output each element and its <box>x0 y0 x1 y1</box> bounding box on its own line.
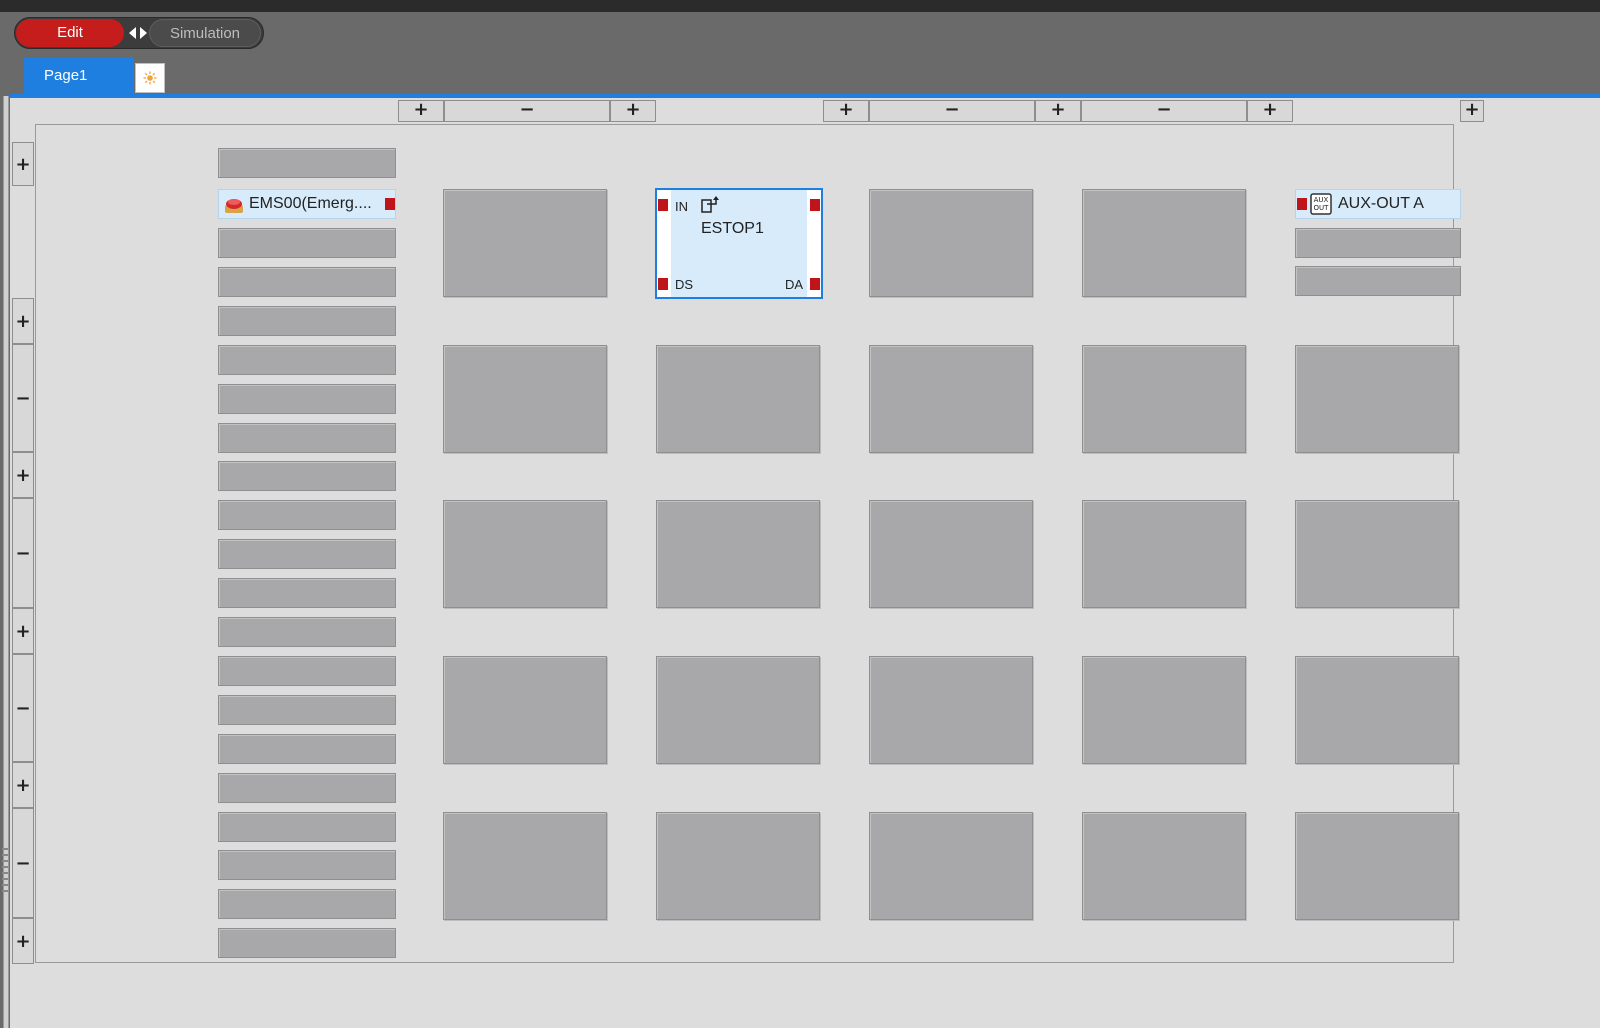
port-in[interactable] <box>658 199 668 211</box>
input-slot[interactable] <box>218 148 396 178</box>
input-item-label: EMS00(Emerg.... <box>249 195 372 212</box>
remove-row-button[interactable]: − <box>12 808 34 918</box>
input-slot[interactable] <box>218 811 396 842</box>
logic-grid-cell[interactable] <box>443 189 607 297</box>
logic-grid-cell[interactable] <box>1295 656 1459 764</box>
input-slot[interactable] <box>218 344 396 375</box>
logic-grid-cell[interactable] <box>656 345 820 453</box>
logic-grid-cell[interactable] <box>869 345 1033 453</box>
splitter-grip[interactable] <box>2 848 8 892</box>
logic-block-estop1[interactable]: IN DS DA ESTOP1 <box>655 188 823 299</box>
logic-grid-cell[interactable] <box>1295 345 1459 453</box>
input-slot[interactable] <box>218 422 396 453</box>
input-slot[interactable] <box>218 305 396 336</box>
input-slot[interactable] <box>218 850 396 881</box>
emergency-stop-icon <box>225 199 243 213</box>
add-row-button[interactable]: + <box>12 452 34 498</box>
logic-grid-cell[interactable] <box>443 656 607 764</box>
port-ds-label: DS <box>675 277 694 292</box>
port-ds[interactable] <box>658 278 668 290</box>
input-slot[interactable] <box>218 889 396 920</box>
input-port[interactable] <box>1297 198 1307 210</box>
add-column-button[interactable]: + <box>1460 100 1484 122</box>
logic-grid-cell[interactable] <box>1082 812 1246 920</box>
input-slot[interactable] <box>218 733 396 764</box>
logic-block-name: ESTOP1 <box>701 220 764 237</box>
port-out[interactable] <box>810 199 820 211</box>
output-slot[interactable] <box>1295 228 1461 258</box>
input-slot[interactable] <box>218 772 396 803</box>
output-port[interactable] <box>385 198 395 210</box>
window-top-edge <box>0 0 1600 12</box>
input-slot[interactable] <box>218 266 396 297</box>
edit-mode-button[interactable]: Edit <box>16 19 124 47</box>
tab-page1[interactable]: Page1 <box>24 58 134 96</box>
add-row-button[interactable]: + <box>12 142 34 186</box>
remove-column-button[interactable]: − <box>1081 100 1247 122</box>
logic-grid-cell[interactable] <box>1082 656 1246 764</box>
remove-row-button[interactable]: − <box>12 654 34 762</box>
logic-grid-cell[interactable] <box>656 812 820 920</box>
logic-grid-cell[interactable] <box>443 345 607 453</box>
add-column-button[interactable]: + <box>1247 100 1293 122</box>
add-page-tab[interactable] <box>135 63 165 93</box>
input-slot[interactable] <box>218 928 396 959</box>
logic-grid-cell[interactable] <box>1295 500 1459 608</box>
logic-grid-cell[interactable] <box>869 656 1033 764</box>
input-slot[interactable] <box>218 228 396 258</box>
logic-grid-cell[interactable] <box>656 656 820 764</box>
simulation-mode-button[interactable]: Simulation <box>149 19 261 47</box>
port-in-label: IN <box>675 199 688 214</box>
add-column-button[interactable]: + <box>1035 100 1081 122</box>
output-item-label: AUX-OUT A <box>1338 195 1424 212</box>
input-slot[interactable] <box>218 461 396 492</box>
add-row-button[interactable]: + <box>12 298 34 344</box>
input-slot[interactable] <box>218 578 396 609</box>
logic-grid-cell[interactable] <box>1082 189 1246 297</box>
input-slot[interactable] <box>218 539 396 570</box>
tab-underline <box>10 94 1600 98</box>
input-slot[interactable] <box>218 383 396 414</box>
input-slot[interactable] <box>218 500 396 531</box>
remove-row-button[interactable]: − <box>12 498 34 608</box>
add-row-button[interactable]: + <box>12 918 34 964</box>
input-slot[interactable] <box>218 655 396 686</box>
aux-icon-text-bottom: OUT <box>1314 204 1330 212</box>
logic-grid-cell[interactable] <box>869 500 1033 608</box>
sun-icon <box>143 71 157 85</box>
logic-grid-cell[interactable] <box>869 189 1033 297</box>
logic-grid-cell[interactable] <box>1082 500 1246 608</box>
logic-grid-cell[interactable] <box>656 500 820 608</box>
logic-grid-cell[interactable] <box>443 500 607 608</box>
port-da-label: DA <box>784 277 803 292</box>
aux-icon-text-top: AUX <box>1314 196 1329 204</box>
mode-switch[interactable]: Edit Simulation <box>14 17 264 49</box>
add-row-button[interactable]: + <box>12 762 34 808</box>
input-slot[interactable] <box>218 617 396 647</box>
port-da[interactable] <box>810 278 820 290</box>
logic-grid-cell[interactable] <box>869 812 1033 920</box>
add-column-button[interactable]: + <box>823 100 869 122</box>
add-column-button[interactable]: + <box>610 100 656 122</box>
logic-grid-cell[interactable] <box>443 812 607 920</box>
logic-grid-cell[interactable] <box>1082 345 1246 453</box>
remove-row-button[interactable]: − <box>12 344 34 452</box>
remove-column-button[interactable]: − <box>444 100 610 122</box>
exit-arrow-icon <box>701 196 719 213</box>
output-slot[interactable] <box>1295 266 1461 296</box>
output-item-aux-out-a[interactable]: AUX OUT AUX-OUT A <box>1295 189 1461 219</box>
logic-grid-cell[interactable] <box>1295 812 1459 920</box>
input-item-ems00[interactable]: EMS00(Emerg.... <box>218 189 396 219</box>
aux-out-icon: AUX OUT <box>1310 193 1332 215</box>
input-slot[interactable] <box>218 694 396 725</box>
remove-column-button[interactable]: − <box>869 100 1035 122</box>
toggle-arrows-icon[interactable] <box>127 25 149 41</box>
add-column-button[interactable]: + <box>398 100 444 122</box>
add-row-button[interactable]: + <box>12 608 34 654</box>
